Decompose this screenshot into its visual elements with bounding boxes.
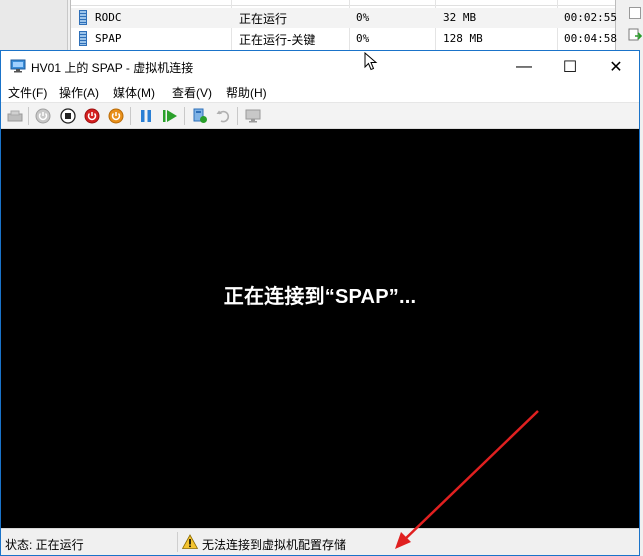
toolbar-separator (237, 107, 238, 125)
vm-uptime: 00:04:58 (564, 32, 617, 45)
vm-connection-window: HV01 上的 SPAP - 虚拟机连接 — ☐ ✕ 文件(F) 操作(A) 媒… (0, 50, 640, 556)
mouse-pointer-icon (364, 52, 378, 71)
turn-off-icon[interactable] (59, 107, 77, 125)
status-separator (177, 532, 178, 552)
hyperv-manager-background: RODC 正在运行 0% 32 MB 00:02:55 SPAP 正在运行-关键… (0, 0, 643, 50)
config-store-warning: 无法连接到虚拟机配置存储 (202, 538, 347, 552)
shut-down-icon[interactable] (83, 107, 101, 125)
vm-icon (79, 31, 87, 46)
vm-cpu: 0% (356, 11, 370, 24)
connecting-message: 正在连接到“SPAP”... (223, 286, 417, 308)
title-bar[interactable]: HV01 上的 SPAP - 虚拟机连接 — ☐ ✕ (1, 51, 639, 82)
vm-uptime: 00:02:55 (564, 11, 617, 24)
save-state-icon[interactable] (107, 107, 125, 125)
vm-icon (79, 10, 87, 25)
menu-action[interactable]: 操作(A) (59, 84, 99, 101)
vm-name: SPAP (95, 32, 122, 45)
warning-icon (182, 534, 198, 549)
minimize-button[interactable]: — (501, 51, 547, 82)
menu-help[interactable]: 帮助(H) (226, 84, 267, 101)
revert-icon[interactable] (214, 107, 232, 125)
menu-file[interactable]: 文件(F) (8, 84, 47, 101)
vm-status-text: 状态: 正在运行 (5, 538, 84, 552)
vm-name: RODC (95, 11, 122, 24)
vm-state: 正在运行 (239, 12, 288, 26)
menu-bar: 文件(F) 操作(A) 媒体(M) 查看(V) 帮助(H) (1, 82, 639, 102)
toolbar-separator (28, 107, 29, 125)
close-button[interactable]: ✕ (593, 51, 639, 82)
menu-view[interactable]: 查看(V) (172, 84, 212, 101)
maximize-button[interactable]: ☐ (547, 51, 593, 82)
vm-list-table: RODC 正在运行 0% 32 MB 00:02:55 SPAP 正在运行-关键… (70, 0, 617, 50)
vm-state: 正在运行-关键 (239, 33, 316, 47)
action-icon[interactable] (629, 7, 641, 19)
pause-icon[interactable] (137, 107, 155, 125)
vm-memory: 32 MB (443, 11, 477, 24)
vm-cpu: 0% (356, 32, 370, 45)
toolbar-separator (130, 107, 131, 125)
start-icon[interactable] (34, 107, 52, 125)
window-title: HV01 上的 SPAP - 虚拟机连接 (31, 61, 194, 75)
vm-row-spap[interactable]: SPAP 正在运行-关键 0% 128 MB 00:04:58 (71, 29, 617, 49)
toolbar-separator (184, 107, 185, 125)
status-bar: 状态: 正在运行 无法连接到虚拟机配置存储 (1, 528, 639, 555)
checkpoint-icon[interactable] (191, 107, 209, 125)
toolbar (1, 102, 639, 129)
vm-display-area[interactable]: 正在连接到“SPAP”... (1, 129, 639, 528)
ctrl-alt-del-icon[interactable] (6, 107, 24, 125)
vm-connect-icon (10, 59, 26, 73)
vm-memory: 128 MB (443, 32, 483, 45)
manager-left-panel (0, 0, 68, 50)
vm-list-header (71, 0, 615, 6)
resume-icon[interactable] (161, 107, 179, 125)
menu-media[interactable]: 媒体(M) (113, 84, 155, 101)
connect-action-icon[interactable] (628, 28, 642, 42)
enhanced-session-icon[interactable] (244, 107, 262, 125)
vm-row-rodc[interactable]: RODC 正在运行 0% 32 MB 00:02:55 (71, 8, 617, 28)
